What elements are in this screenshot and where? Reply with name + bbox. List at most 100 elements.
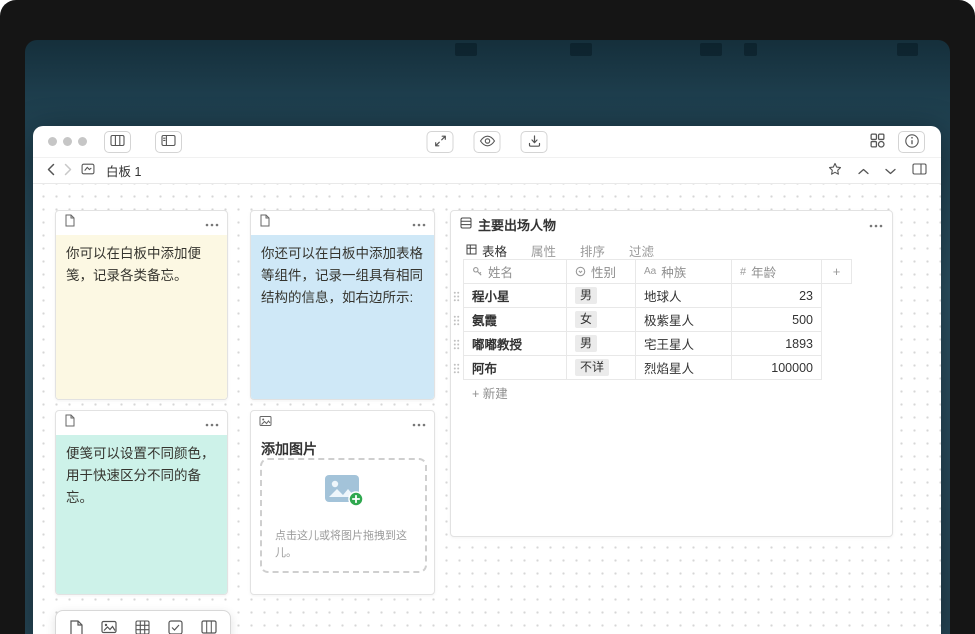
column-header-gender[interactable]: 性别: [567, 259, 636, 284]
card-header: [56, 411, 227, 435]
column-header-name[interactable]: 姓名: [463, 259, 567, 284]
table-title-text: 主要出场人物: [478, 215, 556, 234]
insert-image-button[interactable]: [101, 620, 117, 634]
insert-todo-button[interactable]: [168, 620, 183, 634]
note-icon: [69, 620, 83, 634]
traffic-lights: [48, 137, 87, 146]
note-text[interactable]: 便笺可以设置不同颜色，用于快速区分不同的备忘。: [56, 435, 227, 594]
next-page-button[interactable]: [885, 163, 896, 178]
cell-age[interactable]: 1893: [732, 332, 822, 356]
download-icon: [527, 134, 541, 151]
cell-name[interactable]: 阿布: [463, 356, 567, 380]
add-image-card[interactable]: 添加图片 点击这儿或将图片拖拽到这儿。: [250, 410, 435, 595]
board-columns-icon: [110, 134, 125, 150]
chevron-right-icon: [64, 163, 72, 179]
cell-race[interactable]: 极紫星人: [636, 308, 732, 332]
insert-table-button[interactable]: [135, 620, 150, 634]
add-column-button[interactable]: +: [822, 259, 852, 284]
chevron-up-icon: [858, 163, 869, 178]
more-icon[interactable]: [205, 214, 219, 232]
drag-handle-icon[interactable]: [453, 315, 460, 326]
kanban-icon: [201, 620, 217, 634]
whiteboard-canvas[interactable]: 你可以在白板中添加便笺，记录各类备忘。 你还可以在白板中添加表格等组件，记录一组…: [33, 184, 941, 634]
minimize-window-button[interactable]: [63, 137, 72, 146]
tab-sort[interactable]: 排序: [580, 241, 605, 260]
info-button[interactable]: [898, 131, 925, 153]
sticky-note-card[interactable]: 你还可以在白板中添加表格等组件，记录一组具有相同结构的信息，如右边所示:: [250, 210, 435, 400]
apps-grid-button[interactable]: [869, 132, 886, 152]
column-header-age[interactable]: # 年龄: [732, 259, 822, 284]
cell-race[interactable]: 地球人: [636, 284, 732, 308]
more-icon[interactable]: [412, 414, 426, 432]
gender-tag: 男: [575, 335, 597, 352]
cell-gender[interactable]: 女: [567, 308, 636, 332]
drag-handle-icon[interactable]: [453, 363, 460, 374]
split-view-button[interactable]: [912, 163, 927, 178]
window-toolbar: [33, 126, 941, 158]
screenshot-frame: 白板 1: [0, 0, 975, 634]
export-button[interactable]: [521, 131, 548, 153]
tab-filter[interactable]: 过滤: [629, 241, 654, 260]
cell-gender[interactable]: 男: [567, 332, 636, 356]
note-text[interactable]: 你可以在白板中添加便笺，记录各类备忘。: [56, 235, 227, 399]
cell-age[interactable]: 23: [732, 284, 822, 308]
cell-race[interactable]: 宅王星人: [636, 332, 732, 356]
present-button[interactable]: [427, 131, 454, 153]
app-window: 白板 1: [33, 126, 941, 634]
split-view-icon: [912, 163, 927, 178]
table-row[interactable]: 氨霞 女 极紫星人 500: [463, 308, 852, 332]
insert-note-button[interactable]: [69, 620, 83, 634]
cell-race[interactable]: 烈焰星人: [636, 356, 732, 380]
sidebar-layout-button[interactable]: [155, 131, 182, 153]
gender-tag: 女: [575, 311, 597, 328]
add-image-title: 添加图片: [261, 439, 317, 459]
toolbar-center-group: [427, 131, 548, 153]
cell-name[interactable]: 程小星: [463, 284, 567, 308]
forward-button[interactable]: [64, 163, 72, 179]
tab-table[interactable]: 表格: [466, 241, 507, 260]
note-icon: [259, 214, 271, 232]
board-view-button[interactable]: [104, 131, 131, 153]
drag-handle-icon[interactable]: [453, 339, 460, 350]
table-row[interactable]: 程小星 男 地球人 23: [463, 284, 852, 308]
sticky-note-card[interactable]: 便笺可以设置不同颜色，用于快速区分不同的备忘。: [55, 410, 228, 595]
image-icon: [259, 414, 272, 432]
grid-icon: [466, 244, 477, 258]
back-button[interactable]: [47, 163, 55, 179]
column-header-race[interactable]: Aa 种族: [636, 259, 732, 284]
card-header: [251, 411, 434, 435]
more-icon[interactable]: [412, 214, 426, 232]
database-icon: [460, 217, 472, 232]
cell-name[interactable]: 氨霞: [463, 308, 567, 332]
close-window-button[interactable]: [48, 137, 57, 146]
page-title: 白板 1: [106, 161, 141, 180]
cell-gender[interactable]: 不详: [567, 356, 636, 380]
tab-properties[interactable]: 属性: [531, 241, 556, 260]
info-icon: [904, 133, 920, 152]
cell-gender[interactable]: 男: [567, 284, 636, 308]
sidebar-layout-icon: [161, 134, 176, 150]
note-text[interactable]: 你还可以在白板中添加表格等组件，记录一组具有相同结构的信息，如右边所示:: [251, 235, 434, 399]
favorite-button[interactable]: [828, 162, 842, 179]
cell-name[interactable]: 嘟嘟教授: [463, 332, 567, 356]
new-row-button[interactable]: + 新建: [463, 380, 852, 404]
text-type-icon: Aa: [644, 266, 656, 277]
cell-age[interactable]: 500: [732, 308, 822, 332]
image-icon: [101, 620, 117, 634]
zoom-window-button[interactable]: [78, 137, 87, 146]
drag-handle-icon[interactable]: [453, 291, 460, 302]
more-icon[interactable]: [205, 414, 219, 432]
preview-button[interactable]: [474, 131, 501, 153]
table-card[interactable]: 主要出场人物 表格 属性 排序 过滤: [450, 210, 893, 537]
whiteboard-icon: [81, 162, 95, 180]
sticky-note-card[interactable]: 你可以在白板中添加便笺，记录各类备忘。: [55, 210, 228, 400]
prev-page-button[interactable]: [858, 163, 869, 178]
cell-age[interactable]: 100000: [732, 356, 822, 380]
note-icon: [64, 214, 76, 232]
image-dropzone[interactable]: 点击这儿或将图片拖拽到这儿。: [260, 458, 427, 573]
table-row[interactable]: 阿布 不详 烈焰星人 100000: [463, 356, 852, 380]
more-icon[interactable]: [869, 215, 883, 233]
insert-board-button[interactable]: [201, 620, 217, 634]
select-type-icon: [575, 266, 586, 277]
table-row[interactable]: 嘟嘟教授 男 宅王星人 1893: [463, 332, 852, 356]
